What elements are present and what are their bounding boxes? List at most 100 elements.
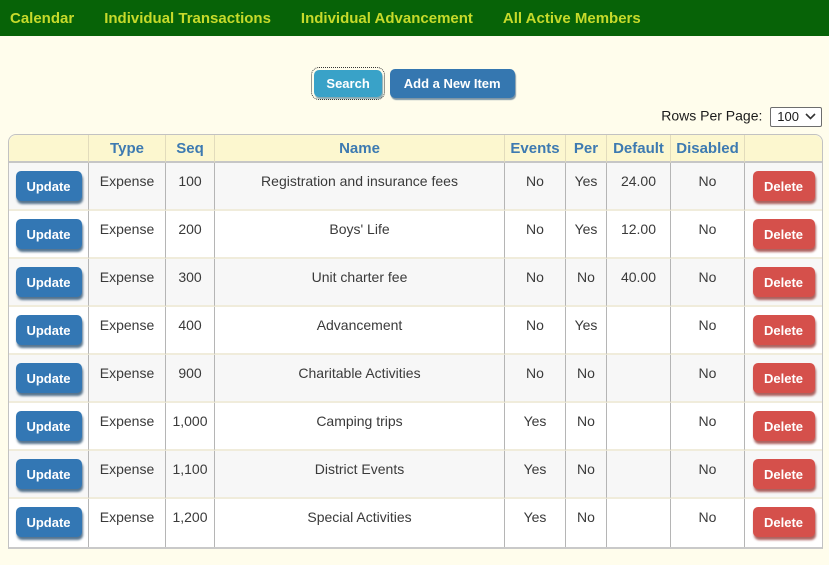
cell-per: Yes <box>566 163 607 211</box>
add-new-item-button[interactable]: Add a New Item <box>389 68 515 98</box>
cell-type: Expense <box>89 163 166 211</box>
cell-name: Registration and insurance fees <box>215 163 505 211</box>
cell-type: Expense <box>89 307 166 355</box>
cell-events: No <box>505 211 566 259</box>
cell-default: 40.00 <box>607 259 671 307</box>
cell-disabled: No <box>671 163 745 211</box>
update-button[interactable]: Update <box>15 267 82 297</box>
cell-seq: 900 <box>166 355 215 403</box>
update-button[interactable]: Update <box>15 411 82 441</box>
chevron-down-icon <box>805 113 816 120</box>
rows-per-page-select[interactable]: 100 <box>770 107 822 127</box>
cell-type: Expense <box>89 403 166 451</box>
cell-seq: 200 <box>166 211 215 259</box>
cell-delete: Delete <box>745 211 822 259</box>
col-delete <box>745 135 822 163</box>
table-body: Update Expense 100 Registration and insu… <box>9 163 822 547</box>
cell-disabled: No <box>671 451 745 499</box>
cell-delete: Delete <box>745 307 822 355</box>
col-type: Type <box>89 135 166 163</box>
cell-delete: Delete <box>745 451 822 499</box>
cell-type: Expense <box>89 211 166 259</box>
items-table: Type Seq Name Events Per Default Disable… <box>8 134 823 549</box>
delete-button[interactable]: Delete <box>752 219 815 249</box>
col-events: Events <box>505 135 566 163</box>
cell-default: 24.00 <box>607 163 671 211</box>
cell-delete: Delete <box>745 355 822 403</box>
table-row: Update Expense 200 Boys' Life No Yes 12.… <box>9 211 822 259</box>
cell-type: Expense <box>89 259 166 307</box>
cell-disabled: No <box>671 355 745 403</box>
cell-update: Update <box>9 451 89 499</box>
cell-seq: 400 <box>166 307 215 355</box>
table-row: Update Expense 1,100 District Events Yes… <box>9 451 822 499</box>
cell-seq: 1,200 <box>166 499 215 547</box>
cell-events: Yes <box>505 403 566 451</box>
cell-events: No <box>505 307 566 355</box>
cell-seq: 300 <box>166 259 215 307</box>
nav-item-individual-advancement[interactable]: Individual Advancement <box>301 10 473 27</box>
delete-button[interactable]: Delete <box>752 363 815 393</box>
cell-update: Update <box>9 307 89 355</box>
table-row: Update Expense 300 Unit charter fee No N… <box>9 259 822 307</box>
nav-item-calendar[interactable]: Calendar <box>10 10 74 27</box>
cell-update: Update <box>9 403 89 451</box>
cell-update: Update <box>9 259 89 307</box>
cell-update: Update <box>9 163 89 211</box>
delete-button[interactable]: Delete <box>752 507 815 537</box>
col-seq: Seq <box>166 135 215 163</box>
cell-name: Boys' Life <box>215 211 505 259</box>
cell-update: Update <box>9 499 89 547</box>
header-row: Type Seq Name Events Per Default Disable… <box>9 135 822 163</box>
delete-button[interactable]: Delete <box>752 267 815 297</box>
delete-button[interactable]: Delete <box>752 459 815 489</box>
cell-events: No <box>505 259 566 307</box>
delete-button[interactable]: Delete <box>752 411 815 441</box>
cell-per: Yes <box>566 211 607 259</box>
col-disabled: Disabled <box>671 135 745 163</box>
table-row: Update Expense 900 Charitable Activities… <box>9 355 822 403</box>
cell-name: Special Activities <box>215 499 505 547</box>
cell-per: No <box>566 259 607 307</box>
delete-button[interactable]: Delete <box>752 315 815 345</box>
col-update <box>9 135 89 163</box>
cell-name: Unit charter fee <box>215 259 505 307</box>
update-button[interactable]: Update <box>15 219 82 249</box>
rows-per-page: Rows Per Page: 100 <box>0 107 829 129</box>
cell-events: No <box>505 355 566 403</box>
cell-per: Yes <box>566 307 607 355</box>
cell-delete: Delete <box>745 499 822 547</box>
cell-type: Expense <box>89 499 166 547</box>
cell-events: Yes <box>505 499 566 547</box>
rows-per-page-label: Rows Per Page: <box>661 107 763 124</box>
col-default: Default <box>607 135 671 163</box>
update-button[interactable]: Update <box>15 507 82 537</box>
table-row: Update Expense 1,000 Camping trips Yes N… <box>9 403 822 451</box>
rows-per-page-value: 100 <box>777 109 799 124</box>
cell-events: Yes <box>505 451 566 499</box>
nav-item-all-active-members[interactable]: All Active Members <box>503 10 641 27</box>
cell-per: No <box>566 499 607 547</box>
toolbar: Search Add a New Item <box>0 66 829 100</box>
cell-seq: 1,100 <box>166 451 215 499</box>
table-row: Update Expense 100 Registration and insu… <box>9 163 822 211</box>
cell-seq: 100 <box>166 163 215 211</box>
cell-default <box>607 451 671 499</box>
cell-default: 12.00 <box>607 211 671 259</box>
cell-per: No <box>566 403 607 451</box>
cell-per: No <box>566 355 607 403</box>
cell-name: District Events <box>215 451 505 499</box>
cell-per: No <box>566 451 607 499</box>
nav-item-individual-transactions[interactable]: Individual Transactions <box>104 10 271 27</box>
cell-events: No <box>505 163 566 211</box>
update-button[interactable]: Update <box>15 171 82 201</box>
cell-type: Expense <box>89 451 166 499</box>
table-row: Update Expense 1,200 Special Activities … <box>9 499 822 547</box>
cell-delete: Delete <box>745 259 822 307</box>
update-button[interactable]: Update <box>15 459 82 489</box>
search-button[interactable]: Search <box>311 66 385 100</box>
cell-default <box>607 307 671 355</box>
update-button[interactable]: Update <box>15 315 82 345</box>
delete-button[interactable]: Delete <box>752 171 815 201</box>
update-button[interactable]: Update <box>15 363 82 393</box>
